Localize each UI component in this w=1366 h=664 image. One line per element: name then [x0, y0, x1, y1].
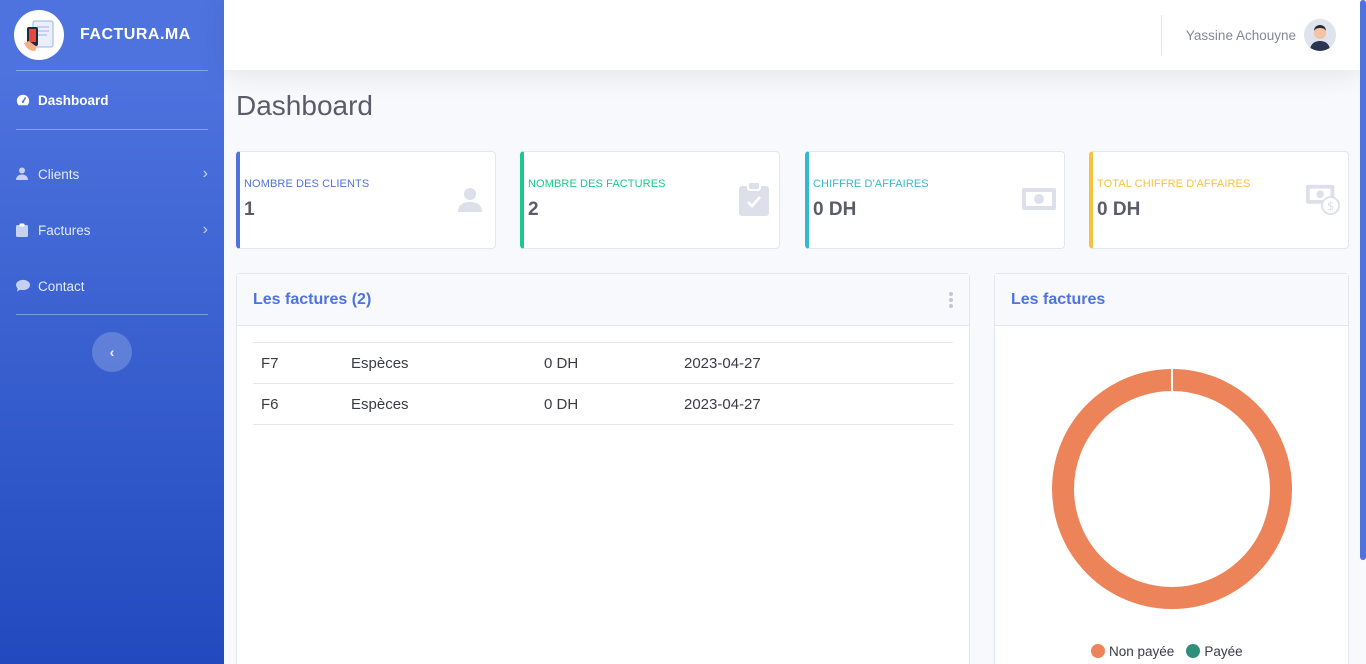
stat-card-factures: Nombre des factures 2: [520, 151, 780, 249]
invoice-date: 2023-04-27: [676, 383, 953, 425]
sidebar-item-dashboard[interactable]: Dashboard: [0, 71, 224, 129]
stat-label: Nombre des factures: [528, 178, 666, 190]
stat-card-clients: Nombre des clients 1: [236, 151, 496, 249]
invoices-panel-title: Les factures (2): [253, 290, 372, 308]
stat-label: Total chiffre d'affaires: [1097, 178, 1251, 190]
clipboard-check-icon: [737, 182, 771, 216]
invoice-ref: F6: [253, 383, 343, 425]
stat-value: 0 DH: [1097, 199, 1141, 220]
stat-value: 1: [244, 199, 255, 220]
stat-label: Chiffre d'affaires: [813, 178, 929, 190]
money-bill-icon: [1022, 182, 1056, 216]
sidebar-item-label: Factures: [38, 222, 91, 238]
invoice-date: 2023-04-27: [676, 342, 953, 384]
sidebar-item-label: Clients: [38, 166, 80, 182]
topbar-divider: [1160, 15, 1162, 55]
sidebar-divider: [16, 314, 208, 315]
money-check-dollar-icon: $: [1306, 182, 1340, 216]
stat-card-total-chiffre-affaires: Total chiffre d'affaires 0 DH $: [1089, 151, 1349, 249]
tachometer-icon: [16, 93, 30, 107]
sidebar-item-contact[interactable]: Contact: [0, 258, 224, 314]
stat-value: 2: [528, 199, 539, 220]
clipboard-icon: [16, 223, 30, 237]
invoice-ref: F7: [253, 342, 343, 384]
svg-text:$: $: [1327, 199, 1334, 213]
donut-slice-0[interactable]: [1052, 369, 1292, 609]
sidebar-item-factures[interactable]: Factures ›: [0, 202, 224, 258]
stat-card-chiffre-affaires: Chiffre d'affaires 0 DH: [805, 151, 1065, 249]
scrollbar[interactable]: [1360, 0, 1366, 560]
page-title: Dashboard: [236, 90, 373, 121]
legend-label: Non payée: [1109, 644, 1175, 659]
sidebar-item-label: Dashboard: [38, 92, 109, 108]
brand-logo-icon: [14, 10, 64, 60]
legend-item-non-payee[interactable]: Non payée: [1091, 644, 1174, 659]
invoice-amount: 0 DH: [536, 383, 676, 425]
chart-panel-header: Les factures: [995, 274, 1348, 326]
sidebar-item-label: Contact: [38, 278, 85, 294]
legend-label: Payée: [1204, 644, 1243, 659]
invoice-method: Espèces: [343, 342, 536, 384]
invoices-panel: Les factures (2) F7 Espèces 0 DH 2023-04…: [236, 273, 970, 664]
user-icon: [453, 182, 487, 216]
brand-name: FACTURA.MA: [80, 26, 191, 43]
table-row[interactable]: F6 Espèces 0 DH 2023-04-27: [253, 383, 953, 425]
brand[interactable]: FACTURA.MA: [0, 0, 224, 70]
kebab-menu-icon[interactable]: [949, 291, 953, 308]
chart-panel: Les factures Non payée Payée: [994, 273, 1349, 664]
chevron-left-icon: ‹: [109, 344, 115, 360]
comment-icon: [16, 279, 30, 293]
sidebar-item-clients[interactable]: Clients ›: [0, 146, 224, 202]
stat-label: Nombre des clients: [244, 178, 370, 190]
invoice-method: Espèces: [343, 383, 536, 425]
invoice-amount: 0 DH: [536, 342, 676, 384]
legend-swatch: [1186, 644, 1201, 658]
table-row[interactable]: F7 Espèces 0 DH 2023-04-27: [253, 342, 953, 384]
legend-swatch: [1091, 644, 1105, 658]
invoices-panel-header: Les factures (2): [237, 274, 969, 326]
sidebar: FACTURA.MA Dashboard Clients › Factures …: [0, 0, 224, 664]
topbar: Yassine Achouyne: [224, 0, 1360, 70]
donut-chart[interactable]: [995, 327, 1350, 647]
chevron-right-icon: ›: [202, 165, 208, 182]
chart-legend: Non payée Payée: [1091, 644, 1243, 659]
user-name[interactable]: Yassine Achouyne: [1186, 28, 1296, 43]
chevron-right-icon: ›: [202, 221, 208, 238]
sidebar-toggle-button[interactable]: ‹: [92, 332, 132, 372]
user-icon: [16, 167, 30, 181]
chart-panel-title: Les factures: [1011, 290, 1106, 308]
legend-item-payee[interactable]: Payée: [1186, 644, 1243, 659]
stat-value: 0 DH: [813, 199, 857, 220]
invoices-table: F7 Espèces 0 DH 2023-04-27 F6 Espèces 0 …: [253, 342, 953, 425]
avatar[interactable]: [1304, 19, 1336, 51]
